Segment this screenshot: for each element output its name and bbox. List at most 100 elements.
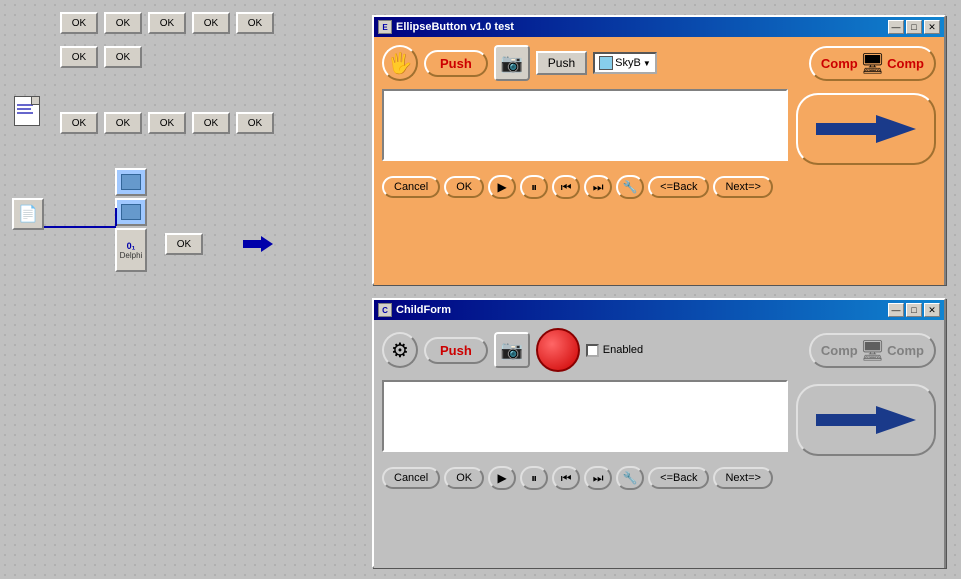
gear-hand-btn[interactable]: 🖐 — [382, 45, 418, 81]
window2-arrow-btn[interactable] — [796, 384, 936, 456]
gear-icon-2: ⚙ — [391, 338, 409, 363]
enabled-checkbox-label[interactable]: Enabled — [586, 344, 643, 357]
ok-btn-r1c2[interactable]: OK — [104, 12, 142, 34]
ok-btn-r3c5[interactable]: OK — [236, 112, 274, 134]
gear-btn-2[interactable]: ⚙ — [382, 332, 418, 368]
ok-btn-r2c1[interactable]: OK — [60, 46, 98, 68]
flow-delphi-icon: 0₁ Delphi — [115, 228, 147, 272]
skip-back-icon-2: ⏮ — [561, 471, 572, 486]
window2-titlebar[interactable]: C ChildForm — □ ✕ — [374, 300, 944, 320]
flow-doc-icon: 📄 — [12, 198, 44, 230]
camera-btn-2[interactable]: 📷 — [494, 332, 530, 368]
window2-maximize[interactable]: □ — [906, 303, 922, 317]
push-btn-2[interactable]: Push — [536, 51, 587, 75]
wrench-btn-2[interactable]: 🔧 — [616, 466, 644, 490]
ok-btn-r3c2[interactable]: OK — [104, 112, 142, 134]
skip-back-btn-1[interactable]: ⏮ — [552, 175, 580, 199]
ok-btn-r3c3[interactable]: OK — [148, 112, 186, 134]
ok-btn-r3c4[interactable]: OK — [192, 112, 230, 134]
wrench-icon-2: 🔧 — [623, 471, 638, 485]
button-grid-row3: OK OK OK OK OK — [60, 112, 274, 134]
comp-icon-2: 🖥 — [860, 338, 885, 363]
camera-icon-2: 📷 — [501, 340, 523, 361]
flow-box-1[interactable] — [115, 168, 147, 196]
pause-btn-1[interactable]: ⏸ — [520, 175, 548, 199]
enabled-checkbox[interactable] — [586, 344, 599, 357]
sky-dropdown[interactable]: SkyB ▼ — [593, 52, 657, 74]
pause-icon-2: ⏸ — [531, 471, 537, 486]
window1: E EllipseButton v1.0 test — □ ✕ 🖐 Push 📷 — [372, 15, 946, 285]
window1-bottom: Cancel OK ▶ ⏸ ⏮ ⏭ 🔧 <=Back Next=> — [382, 175, 936, 199]
window2-minimize[interactable]: — — [888, 303, 904, 317]
camera-icon-1: 📷 — [501, 53, 523, 74]
push-btn-1[interactable]: Push — [424, 50, 488, 77]
back-btn-1[interactable]: <=Back — [648, 176, 709, 198]
camera-btn-1[interactable]: 📷 — [494, 45, 530, 81]
next-btn-1[interactable]: Next=> — [713, 176, 772, 198]
dropdown-icon — [599, 56, 613, 70]
skip-fwd-icon-2: ⏭ — [593, 471, 604, 486]
window1-textbox[interactable] — [382, 89, 788, 161]
gear-hand-icon: 🖐 — [388, 51, 413, 76]
pause-btn-2[interactable]: ⏸ — [520, 466, 548, 490]
cancel-btn-2[interactable]: Cancel — [382, 467, 440, 489]
ok-btn-r1c1[interactable]: OK — [60, 12, 98, 34]
window1-toolbar: 🖐 Push 📷 Push SkyB ▼ C — [382, 45, 936, 81]
comp-icon-1: 🖥 — [860, 51, 885, 76]
ok-btn-r3c1[interactable]: OK — [60, 112, 98, 134]
window1-close[interactable]: ✕ — [924, 20, 940, 34]
window2-body: ⚙ Push 📷 Enabled Comp 🖥 Comp — [374, 320, 944, 568]
window1-title: EllipseButton v1.0 test — [396, 21, 514, 33]
skip-back-icon-1: ⏮ — [561, 180, 572, 195]
flow-area: 📄 OK 0₁ Delphi — [0, 168, 360, 298]
window1-title-icon: E — [378, 20, 392, 34]
window2: C ChildForm — □ ✕ ⚙ Push 📷 — [372, 298, 946, 568]
flow-arrow-icon — [240, 230, 276, 258]
play-btn-1[interactable]: ▶ — [488, 175, 516, 199]
comp-area-1[interactable]: Comp 🖥 Comp — [809, 46, 936, 81]
window2-title: ChildForm — [396, 304, 451, 316]
back-btn-2[interactable]: <=Back — [648, 467, 709, 489]
flow-box-2[interactable] — [115, 198, 147, 226]
window2-close[interactable]: ✕ — [924, 303, 940, 317]
ok-btn-r1c4[interactable]: OK — [192, 12, 230, 34]
comp-label-2: Comp — [887, 56, 924, 71]
window2-textbox[interactable] — [382, 380, 788, 452]
skip-fwd-btn-2[interactable]: ⏭ — [584, 466, 612, 490]
flow-ok-btn[interactable]: OK — [165, 233, 203, 255]
window2-title-icon: C — [378, 303, 392, 317]
window2-bottom: Cancel OK ▶ ⏸ ⏮ ⏭ 🔧 <=Back Next=> — [382, 466, 936, 490]
skip-back-btn-2[interactable]: ⏮ — [552, 466, 580, 490]
flow-ok-inner[interactable]: OK — [165, 233, 203, 255]
ok-btn-r1c3[interactable]: OK — [148, 12, 186, 34]
wrench-btn-1[interactable]: 🔧 — [616, 175, 644, 199]
ok-btn-w1[interactable]: OK — [444, 176, 484, 198]
skip-fwd-btn-1[interactable]: ⏭ — [584, 175, 612, 199]
play-icon-2: ▶ — [498, 471, 507, 485]
pause-icon-1: ⏸ — [531, 180, 537, 195]
wrench-icon-1: 🔧 — [623, 180, 638, 194]
comp-label-1: Comp — [821, 56, 858, 71]
play-icon-1: ▶ — [498, 180, 507, 194]
button-grid-row2: OK OK — [60, 46, 142, 68]
document-icon — [14, 96, 46, 132]
skip-fwd-icon-1: ⏭ — [593, 180, 604, 195]
ok-btn-w2[interactable]: OK — [444, 467, 484, 489]
window1-maximize[interactable]: □ — [906, 20, 922, 34]
window1-titlebar[interactable]: E EllipseButton v1.0 test — □ ✕ — [374, 17, 944, 37]
comp-area-2[interactable]: Comp 🖥 Comp — [809, 333, 936, 368]
play-btn-2[interactable]: ▶ — [488, 466, 516, 490]
window1-minimize[interactable]: — — [888, 20, 904, 34]
push-btn-3[interactable]: Push — [424, 337, 488, 364]
window1-body: 🖐 Push 📷 Push SkyB ▼ C — [374, 37, 944, 285]
enabled-label: Enabled — [603, 344, 643, 356]
red-circle-btn[interactable] — [536, 328, 580, 372]
comp-label-3: Comp — [821, 343, 858, 358]
window1-arrow-btn[interactable] — [796, 93, 936, 165]
next-btn-2[interactable]: Next=> — [713, 467, 772, 489]
window2-controls: — □ ✕ — [888, 303, 940, 317]
cancel-btn-1[interactable]: Cancel — [382, 176, 440, 198]
button-grid-row1: OK OK OK OK OK — [60, 12, 274, 34]
ok-btn-r2c2[interactable]: OK — [104, 46, 142, 68]
ok-btn-r1c5[interactable]: OK — [236, 12, 274, 34]
